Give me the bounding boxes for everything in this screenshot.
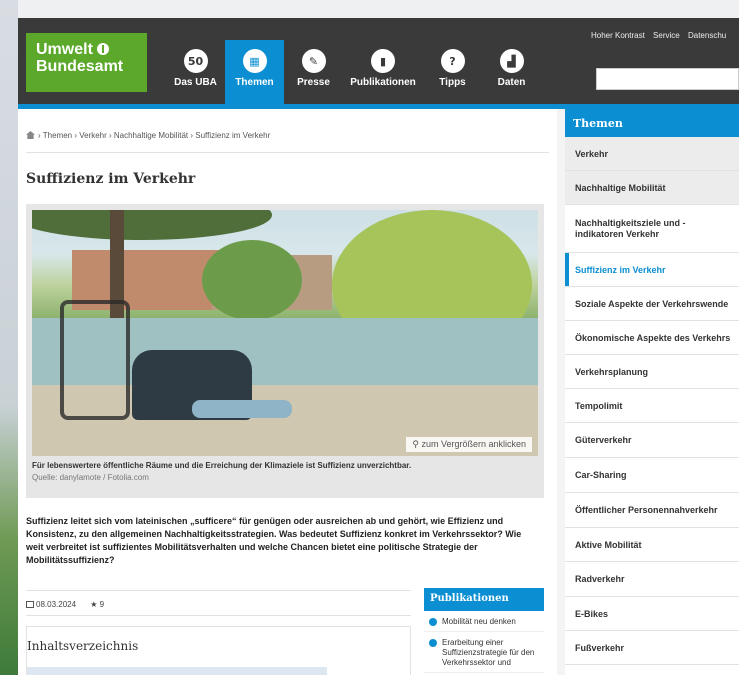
nav-label: Publikationen (350, 77, 416, 88)
zoom-hint[interactable]: ⚲ zum Vergrößern anklicken (406, 437, 532, 452)
publications-title: Publikationen (424, 588, 544, 611)
grid-icon: ▦ (242, 49, 267, 73)
sidebar-item-label: Verkehr (575, 148, 609, 159)
nav-presse[interactable]: ✎ Presse (284, 40, 343, 104)
browser-page: Umwelt Bundesamt 50 Das UBA ▦ Themen ✎ P… (18, 0, 739, 675)
bar-chart-icon: ▟ (499, 49, 524, 73)
article-figure: ⚲ zum Vergrößern anklicken Für lebenswer… (26, 204, 544, 498)
sidebar-item-oekonomische-aspekte[interactable]: Ökonomische Aspekte des Verkehrs (565, 321, 739, 355)
figure-caption: Für lebenswertere öffentliche Räume und … (32, 461, 412, 470)
sidebar-item-label: E-Bikes (575, 608, 609, 619)
page-title: Suffizienz im Verkehr (26, 171, 196, 187)
sidebar-item-label: Tempolimit (575, 400, 623, 411)
sidebar-item-tempolimit[interactable]: Tempolimit (565, 389, 739, 423)
site-header: Umwelt Bundesamt 50 Das UBA ▦ Themen ✎ P… (18, 18, 739, 108)
publication-link[interactable]: Erarbeitung einer Suffizienzstrategie fü… (424, 632, 544, 673)
nav-label: Daten (497, 77, 526, 88)
sidebar-item-fussverkehr[interactable]: Fußverkehr (565, 631, 739, 665)
sidebar-item-e-bikes[interactable]: E-Bikes (565, 597, 739, 631)
zoom-hint-text: zum Vergrößern anklicken (421, 439, 526, 449)
nav-label: Tipps (439, 77, 466, 88)
sidebar-item-label: Nachhaltige Mobilität (575, 182, 666, 193)
sidebar-item-label: Car-Sharing (575, 470, 627, 480)
book-icon: ▮ (371, 49, 395, 73)
sidebar-item-verkehrsplanung[interactable]: Verkehrsplanung (565, 355, 739, 389)
sidebar-item-suffizienz[interactable]: Suffizienz im Verkehr (565, 253, 739, 287)
background-left (0, 0, 18, 675)
topics-sidebar: Themen Verkehr Nachhaltige Mobilität Nac… (565, 109, 739, 675)
toc-title[interactable]: Inhaltsverzeichnis (27, 627, 410, 653)
foliage (32, 210, 272, 240)
article-photo[interactable]: ⚲ zum Vergrößern anklicken (32, 210, 538, 456)
sidebar-item-label: Güterverkehr (575, 435, 632, 445)
breadcrumb-trail[interactable]: › Themen › Verkehr › Nachhaltige Mobilit… (38, 131, 270, 140)
top-strip (18, 0, 739, 18)
uba-logo[interactable]: Umwelt Bundesamt (26, 33, 147, 92)
toc-entry[interactable] (27, 667, 327, 675)
sidebar-item-label: Fußverkehr (575, 642, 625, 653)
nav-daten[interactable]: ▟ Daten (482, 40, 541, 104)
breadcrumb: › Themen › Verkehr › Nachhaltige Mobilit… (26, 109, 549, 153)
lightbulb-icon: ? (440, 49, 465, 73)
nav-label: Presse (297, 77, 330, 88)
leaf-icon (96, 43, 109, 55)
main-nav: 50 Das UBA ▦ Themen ✎ Presse ▮ Publikati… (166, 40, 541, 108)
nav-themen[interactable]: ▦ Themen (225, 40, 284, 108)
top-links: Hoher Kontrast Service Datenschu (591, 31, 732, 40)
nav-label: Das UBA (174, 77, 217, 88)
home-icon[interactable] (26, 131, 35, 139)
tree (202, 240, 302, 320)
nav-das-uba[interactable]: 50 Das UBA (166, 40, 225, 104)
sidebar-item-car-sharing[interactable]: Car-Sharing (565, 458, 739, 493)
sidebar-item-label: Radverkehr (575, 574, 625, 584)
sidebar-item-gueterverkehr[interactable]: Güterverkehr (565, 423, 739, 458)
sidebar-item-label: Suffizienz im Verkehr (575, 264, 666, 275)
publication-link[interactable]: Mobilität neu denken (424, 611, 544, 632)
figure-source: Quelle: danylamote / Fotolia.com (32, 473, 149, 482)
sidebar-item-radverkehr[interactable]: Radverkehr (565, 562, 739, 597)
sidebar-item-aktive-mobilitaet[interactable]: Aktive Mobilität (565, 528, 739, 562)
table-of-contents: Inhaltsverzeichnis (26, 626, 411, 675)
main-content: › Themen › Verkehr › Nachhaltige Mobilit… (18, 109, 557, 675)
sidebar-item-soziale-aspekte[interactable]: Soziale Aspekte der Verkehrswende (565, 287, 739, 321)
nav-tipps[interactable]: ? Tipps (423, 40, 482, 104)
article-intro: Suffizienz leitet sich vom lateinischen … (26, 516, 522, 565)
link-datenschutz[interactable]: Datenschu (688, 31, 726, 40)
calendar-icon (26, 601, 34, 608)
nav-label: Themen (235, 77, 274, 88)
search-input[interactable] (596, 68, 739, 90)
sidebar-item-nachhaltige-mobilitaet[interactable]: Nachhaltige Mobilität (565, 171, 739, 205)
link-service[interactable]: Service (653, 31, 680, 40)
logo-text-line1: Umwelt (36, 41, 93, 58)
person-legs (192, 400, 292, 418)
article-date: 08.03.2024 (36, 600, 77, 609)
nav-publikationen[interactable]: ▮ Publikationen (343, 40, 423, 104)
sidebar-item-verkehr[interactable]: Verkehr (565, 137, 739, 171)
publications-box: Publikationen Mobilität neu denken Erarb… (424, 588, 544, 675)
sidebar-title: Themen (565, 109, 739, 137)
star-rating[interactable]: ★ 9 (90, 600, 104, 609)
link-high-contrast[interactable]: Hoher Kontrast (591, 31, 645, 40)
fifty-years-icon: 50 (183, 49, 208, 73)
logo-text-line2: Bundesamt (36, 58, 124, 75)
sidebar-item-label: Ökonomische Aspekte des Verkehrs (575, 332, 731, 343)
article-meta: 08.03.2024 ★ 9 (26, 590, 411, 616)
pencil-icon: ✎ (301, 49, 326, 73)
sidebar-item-label: Nachhaltigkeitsziele und -indikatoren Ve… (575, 217, 686, 239)
sidebar-item-label: Aktive Mobilität (575, 539, 642, 550)
sidebar-item-nachhaltigkeitsziele[interactable]: Nachhaltigkeitsziele und -indikatoren Ve… (565, 205, 739, 253)
sidebar-item-label: Soziale Aspekte der Verkehrswende (575, 298, 729, 309)
bicycle (60, 300, 130, 420)
sidebar-item-oepnv[interactable]: Öffentlicher Personennahverkehr (565, 493, 739, 528)
sidebar-item-label: Öffentlicher Personennahverkehr (575, 505, 718, 515)
sidebar-item-label: Verkehrsplanung (575, 366, 649, 377)
